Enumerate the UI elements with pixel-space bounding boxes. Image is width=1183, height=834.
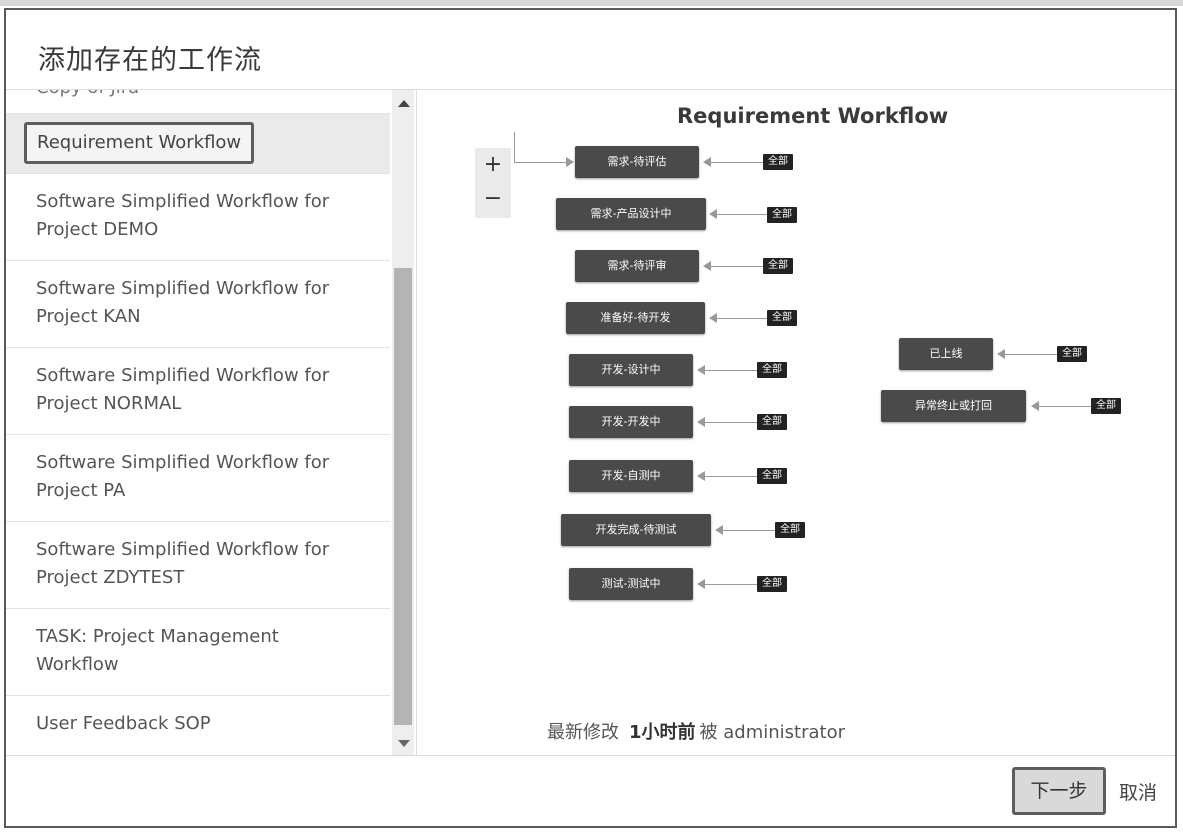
transition-tag: 全部 <box>1057 346 1087 362</box>
arrowhead-icon <box>715 525 723 535</box>
transition-tag: 全部 <box>757 468 787 484</box>
top-shade <box>0 0 1183 6</box>
arrowhead-icon <box>697 365 705 375</box>
list-item-label: Software Simplified Workflow for Project … <box>36 278 330 327</box>
status-node: 开发完成-待测试 <box>561 514 711 546</box>
zoom-controls: + − <box>475 148 511 218</box>
transition-tag: 全部 <box>757 414 787 430</box>
list-item-label: Software Simplified Workflow for Project … <box>36 452 330 501</box>
status-node: 需求-待评估 <box>575 146 699 178</box>
status-node: 开发-开发中 <box>569 406 693 438</box>
list-item[interactable]: Copy of Jira <box>6 90 390 114</box>
status-node: 测试-测试中 <box>569 568 693 600</box>
initial-arrowhead-icon <box>566 157 574 167</box>
list-item[interactable]: TASK: Project Management Workflow <box>6 609 390 696</box>
arrowhead-icon <box>697 417 705 427</box>
transition-tag: 全部 <box>757 576 787 592</box>
transition-line <box>723 530 775 531</box>
transition-tag: 全部 <box>763 258 793 274</box>
transition-line <box>717 318 767 319</box>
list-item-label: Software Simplified Workflow for Project … <box>36 191 330 240</box>
last-modified-info: 最新修改 1小时前被 administrator <box>547 718 845 744</box>
status-node: 需求-产品设计中 <box>556 198 706 230</box>
arrowhead-icon <box>709 209 717 219</box>
zoom-in-button[interactable]: + <box>475 148 511 182</box>
transition-tag: 全部 <box>767 310 797 326</box>
transition-line <box>711 162 763 163</box>
transition-line <box>711 266 763 267</box>
status-node: 开发-自测中 <box>569 460 693 492</box>
status-node: 准备好-待开发 <box>566 302 705 334</box>
transition-line <box>717 214 767 215</box>
next-button[interactable]: 下一步 <box>1012 767 1106 815</box>
transition-line <box>705 370 757 371</box>
zoom-out-button[interactable]: − <box>475 182 511 216</box>
list-item-label: Software Simplified Workflow for Project … <box>36 365 330 414</box>
dialog-title: 添加存在的工作流 <box>38 45 262 76</box>
list-scrollbar[interactable] <box>392 90 414 755</box>
list-item-label: User Feedback SOP <box>36 713 211 734</box>
list-item-label: Copy of Jira <box>36 90 390 102</box>
status-node: 开发-设计中 <box>569 354 693 386</box>
arrowhead-icon <box>709 313 717 323</box>
list-item[interactable]: Software Simplified Workflow for Project … <box>6 261 390 348</box>
list-item-label: TASK: Project Management Workflow <box>36 626 279 675</box>
modified-label: 最新修改 <box>547 722 619 743</box>
cancel-button[interactable]: 取消 <box>1119 778 1157 805</box>
transition-line <box>1005 354 1057 355</box>
modified-time: 1小时前 <box>629 722 696 743</box>
transition-tag: 全部 <box>763 154 793 170</box>
initial-transition-line <box>514 132 515 162</box>
status-node: 需求-待评审 <box>575 250 699 282</box>
footer-divider <box>6 755 1175 756</box>
arrowhead-icon <box>697 579 705 589</box>
preview-title: Requirement Workflow <box>677 104 949 128</box>
transition-line <box>705 476 757 477</box>
transition-line <box>705 584 757 585</box>
initial-transition-line <box>514 162 566 163</box>
arrowhead-icon <box>703 261 711 271</box>
list-item-label: Software Simplified Workflow for Project … <box>36 539 330 588</box>
scroll-thumb[interactable] <box>394 268 412 725</box>
status-node: 已上线 <box>899 338 993 370</box>
add-existing-workflow-dialog: 添加存在的工作流 Copy of Jira Requirement Workfl… <box>4 8 1177 828</box>
transition-line <box>705 422 757 423</box>
arrowhead-icon <box>997 349 1005 359</box>
workflow-list[interactable]: Copy of Jira Requirement Workflow Softwa… <box>6 90 416 755</box>
arrowhead-icon <box>697 471 705 481</box>
transition-tag: 全部 <box>757 362 787 378</box>
scroll-down-arrow-icon[interactable] <box>398 740 410 747</box>
scroll-up-arrow-icon[interactable] <box>398 100 410 107</box>
status-node: 异常终止或打回 <box>881 390 1026 422</box>
list-item[interactable]: Software Simplified Workflow for Project … <box>6 348 390 435</box>
list-item[interactable]: Software Simplified Workflow for Project … <box>6 435 390 522</box>
transition-tag: 全部 <box>775 522 805 538</box>
workflow-preview: Requirement Workflow + − 需求-待评估 全部 需求-产品… <box>417 90 1175 755</box>
arrowhead-icon <box>1031 401 1039 411</box>
selected-workflow-highlight: Requirement Workflow <box>24 122 255 164</box>
list-item[interactable]: Software Simplified Workflow for Project … <box>6 522 390 609</box>
modified-user: administrator <box>723 722 846 743</box>
list-item-label: Requirement Workflow <box>37 132 242 153</box>
transition-tag: 全部 <box>1091 398 1121 414</box>
arrowhead-icon <box>703 157 711 167</box>
transition-tag: 全部 <box>767 207 797 223</box>
list-item[interactable]: User Feedback SOP <box>6 696 390 755</box>
list-item-selected[interactable]: Requirement Workflow <box>6 114 390 174</box>
list-item[interactable]: Software Simplified Workflow for Project … <box>6 174 390 261</box>
transition-line <box>1039 406 1091 407</box>
modified-by-word: 被 <box>699 722 718 743</box>
